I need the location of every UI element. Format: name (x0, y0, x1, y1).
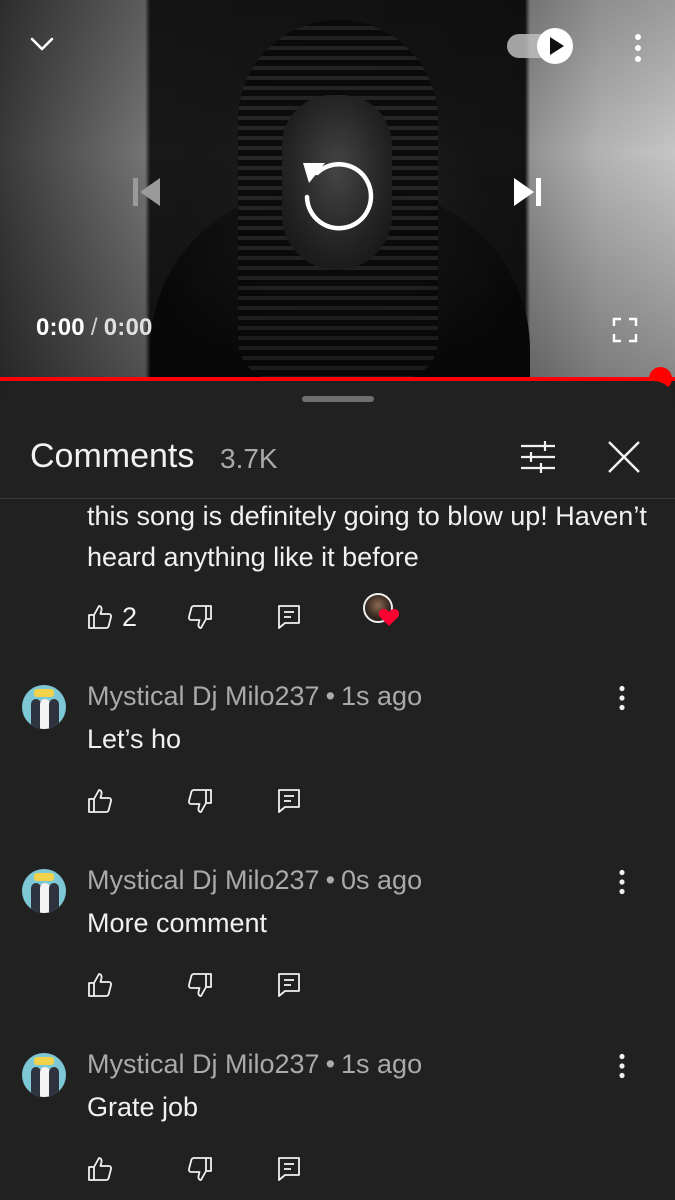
reply-comment-icon (278, 789, 300, 813)
comments-panel: Comments 3.7K this song is definitely go… (0, 381, 675, 1200)
reply-button[interactable] (277, 781, 301, 821)
avatar[interactable] (22, 1053, 66, 1097)
reply-comment-icon (278, 1157, 300, 1181)
time-display: 0:00/0:00 (36, 314, 153, 342)
minimize-button[interactable] (22, 24, 62, 64)
avatar-figure (49, 699, 59, 729)
duration: 0:00 (103, 314, 153, 341)
thumbs-down-icon (187, 789, 212, 813)
comment-author[interactable]: Mystical Dj Milo237 (87, 1049, 320, 1079)
reply-button[interactable] (277, 965, 301, 1005)
dislike-button[interactable] (187, 781, 213, 821)
avatar[interactable] (22, 869, 66, 913)
video-player[interactable]: 0:00/0:00 (0, 0, 675, 380)
comment-actions (87, 781, 507, 821)
avatar-figure (49, 883, 59, 913)
thumbs-down-icon (187, 973, 212, 997)
more-vert-icon (619, 1053, 625, 1079)
skip-next-icon (514, 178, 541, 206)
like-button[interactable] (87, 965, 113, 1005)
more-vert-icon (619, 869, 625, 895)
current-time: 0:00 (36, 314, 85, 341)
comment-item: Mystical Dj Milo237 • 1s ago Grate job (0, 1049, 675, 1200)
dislike-button[interactable] (187, 597, 213, 637)
comment-actions (87, 1149, 507, 1189)
like-button[interactable] (87, 1149, 113, 1189)
fullscreen-button[interactable] (605, 312, 645, 348)
heart-icon (378, 608, 400, 626)
comment-meta: Mystical Dj Milo237 • 0s ago (87, 865, 422, 896)
comment-actions (87, 965, 507, 1005)
close-comments-button[interactable] (602, 435, 646, 479)
time-separator: / (90, 314, 98, 341)
reply-button[interactable] (277, 597, 301, 637)
comment-time: 1s ago (341, 1049, 423, 1079)
avatar-logo (34, 1057, 54, 1065)
replay-button[interactable] (292, 148, 382, 238)
thumbs-down-icon (187, 605, 212, 629)
comment-text: this song is definitely going to blow up… (87, 501, 647, 572)
player-more-button[interactable] (622, 28, 654, 68)
creator-heart-badge (363, 593, 403, 633)
more-vert-icon (619, 685, 625, 711)
avatar-figure (49, 1067, 59, 1097)
more-vert-icon (635, 34, 641, 62)
comments-title: Comments (30, 437, 195, 475)
comment-item: Mystical Dj Milo237 • 1s ago Let’s ho (0, 681, 675, 861)
dislike-button[interactable] (187, 1149, 213, 1189)
comment-author[interactable]: Mystical Dj Milo237 (87, 681, 320, 711)
comment-author[interactable]: Mystical Dj Milo237 (87, 865, 320, 895)
avatar-logo (34, 689, 54, 697)
meta-separator: • (325, 681, 336, 711)
comment-actions: 2 (87, 593, 507, 637)
thumbs-up-icon (88, 973, 113, 997)
comment-more-button[interactable] (618, 1053, 646, 1093)
comments-header: Comments 3.7K (0, 421, 675, 499)
avatar[interactable] (22, 685, 66, 729)
meta-separator: • (325, 1049, 336, 1079)
comment-time: 1s ago (341, 681, 423, 711)
next-button[interactable] (504, 168, 552, 216)
dislike-button[interactable] (187, 965, 213, 1005)
fullscreen-icon (612, 317, 638, 343)
page: 0:00/0:00 Comments 3.7K this song is def… (0, 0, 675, 1200)
comment-more-button[interactable] (618, 869, 646, 909)
thumbs-up-icon (88, 605, 113, 629)
comment-text: Let’s ho (87, 724, 182, 754)
comments-count: 3.7K (220, 443, 278, 474)
reply-comment-icon (278, 605, 300, 629)
avatar-logo (34, 873, 54, 881)
chevron-down-icon (30, 37, 54, 51)
like-button[interactable] (87, 781, 113, 821)
reply-comment-icon (278, 973, 300, 997)
comment-text: More comment (87, 908, 268, 938)
drag-handle[interactable] (302, 396, 374, 402)
comment-meta: Mystical Dj Milo237 • 1s ago (87, 1049, 422, 1080)
comment-meta: Mystical Dj Milo237 • 1s ago (87, 681, 422, 712)
like-button[interactable] (87, 597, 113, 637)
thumbs-up-icon (88, 789, 113, 813)
previous-button[interactable] (122, 168, 170, 216)
reply-button[interactable] (277, 1149, 301, 1189)
sort-comments-button[interactable] (516, 435, 560, 479)
thumbs-up-icon (88, 1157, 113, 1181)
thumbs-down-icon (187, 1157, 212, 1181)
comment-item: Mystical Dj Milo237 • 0s ago More comment (0, 865, 675, 1045)
skip-previous-icon (133, 178, 160, 206)
sort-filter-icon (521, 441, 555, 473)
comment-text: Grate job (87, 1092, 199, 1122)
comment-more-button[interactable] (618, 685, 646, 725)
close-icon (608, 441, 640, 473)
autoplay-toggle[interactable] (505, 26, 577, 66)
like-count: 2 (122, 601, 138, 632)
comment-time: 0s ago (341, 865, 423, 895)
autoplay-toggle-icon (507, 28, 573, 64)
replay-icon (303, 162, 374, 231)
meta-separator: • (325, 865, 336, 895)
